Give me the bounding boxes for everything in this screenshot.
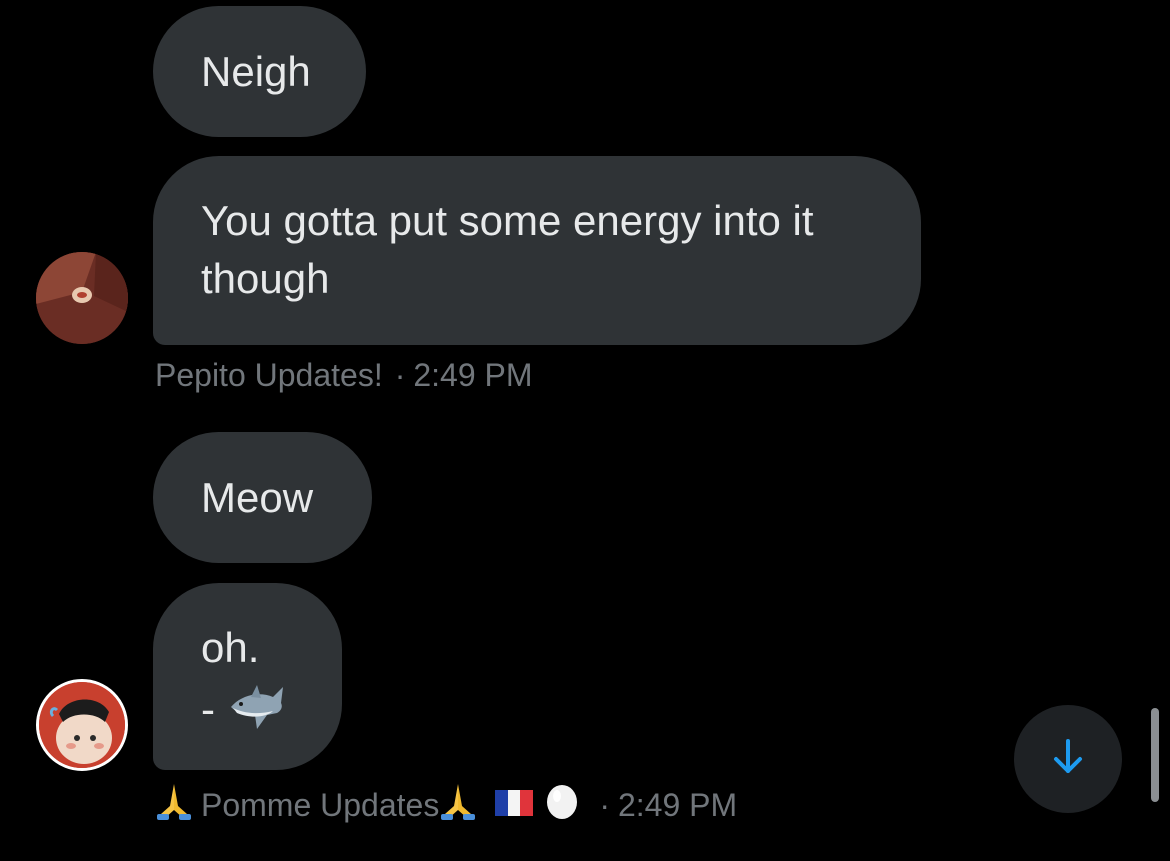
sender-name[interactable]: Pepito Updates! <box>155 355 383 395</box>
message-text-line: - <box>201 677 294 735</box>
message-text: Meow <box>201 473 314 521</box>
sender-name[interactable]: Pomme Updates <box>201 785 439 825</box>
message-bubble[interactable]: oh. - <box>153 583 342 770</box>
separator: · <box>599 786 610 823</box>
message-bubble[interactable]: Neigh <box>153 6 366 137</box>
scroll-to-bottom-button[interactable] <box>1014 705 1122 813</box>
message-dash: - <box>201 685 215 733</box>
timestamp: 2:49 PM <box>413 357 533 393</box>
folded-hands-icon <box>155 780 193 829</box>
avatar-pomme[interactable] <box>36 679 128 771</box>
france-flag-icon <box>495 785 534 825</box>
arrow-down-icon <box>1050 737 1086 782</box>
message-text: Neigh <box>201 47 311 95</box>
shark-icon <box>227 677 287 748</box>
message-text: You gotta put some energy into it though <box>201 197 814 302</box>
scrollbar-thumb[interactable] <box>1151 708 1159 802</box>
egg-icon <box>545 780 579 829</box>
message-bubble[interactable]: Meow <box>153 432 372 563</box>
dm-conversation: Neigh You gotta put some energy into it … <box>0 0 1170 861</box>
message-meta: Pomme Updates · 2:49 PM <box>155 780 737 829</box>
separator: · <box>394 357 406 393</box>
message-meta: Pepito Updates! · 2:49 PM <box>155 355 533 395</box>
message-text: oh. <box>201 624 260 671</box>
timestamp: 2:49 PM <box>617 786 738 823</box>
avatar-pepito[interactable] <box>36 252 128 344</box>
folded-hands-icon <box>439 780 477 829</box>
message-bubble[interactable]: You gotta put some energy into it though <box>153 156 921 345</box>
